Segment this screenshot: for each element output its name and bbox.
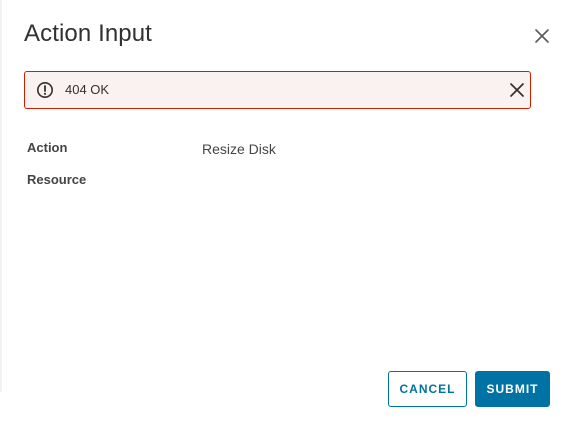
submit-button[interactable]: SUBMIT bbox=[475, 371, 550, 407]
dialog-title: Action Input bbox=[24, 20, 152, 47]
alert-message: 404 OK bbox=[65, 82, 110, 97]
cancel-button[interactable]: CANCEL bbox=[388, 371, 467, 407]
exclamation-circle-icon bbox=[37, 82, 53, 98]
close-icon bbox=[535, 29, 549, 43]
action-value: Resize Disk bbox=[202, 141, 276, 157]
close-icon bbox=[510, 83, 524, 97]
alert-close-button[interactable] bbox=[507, 80, 527, 100]
dialog-close-button[interactable] bbox=[530, 24, 554, 48]
error-alert: 404 OK bbox=[24, 71, 531, 109]
action-input-dialog: Action Input 404 OK Action Resize Disk R… bbox=[0, 0, 570, 426]
resource-label: Resource bbox=[27, 172, 87, 187]
action-label: Action bbox=[27, 140, 68, 155]
dialog-edge bbox=[0, 0, 2, 392]
